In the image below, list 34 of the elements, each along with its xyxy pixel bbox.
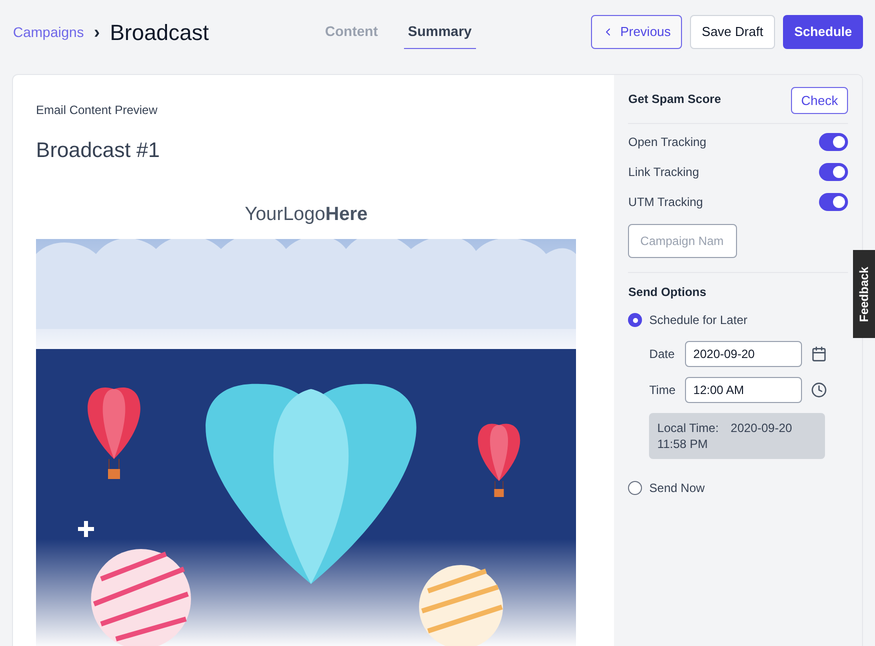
schedule-button[interactable]: Schedule (783, 15, 863, 49)
toggle-label: Open Tracking (628, 134, 706, 151)
preview-heading: Email Content Preview (36, 102, 158, 119)
radio-button[interactable] (628, 481, 642, 495)
logo-text: YourLogoHere (244, 202, 368, 226)
date-label: Date (649, 346, 676, 363)
radio-button[interactable] (628, 313, 642, 327)
date-field[interactable]: 2020-09-20 (685, 341, 802, 367)
local-time-value: 11:58 PM (657, 436, 709, 452)
toggle-label: Link Tracking (628, 164, 699, 181)
page-title: Broadcast (110, 18, 209, 46)
send-options-title: Send Options (628, 284, 708, 301)
check-button[interactable]: Check (791, 87, 848, 114)
radio-label: Send Now (649, 480, 705, 497)
campaign-name-field[interactable]: Campaign Nam (628, 224, 738, 258)
calendar-icon[interactable] (811, 346, 828, 362)
radio-label: Schedule for Later (649, 312, 748, 329)
tab[interactable]: Summary (404, 15, 476, 49)
previous-button[interactable]: Previous (591, 15, 682, 49)
clock-icon[interactable] (811, 382, 828, 398)
local-time-date: 2020-09-20 (730, 420, 792, 436)
email-title: Broadcast #1 (36, 138, 161, 164)
toggle-label: UTM Tracking (628, 194, 703, 211)
local-time-label: Local Time: (657, 420, 719, 436)
spam-score-label: Get Spam Score (628, 91, 721, 108)
toggle-switch[interactable] (819, 193, 848, 211)
save-draft-button[interactable]: Save Draft (690, 15, 776, 49)
feedback-tab[interactable]: Feedback (853, 250, 875, 338)
toggle-switch[interactable] (819, 163, 848, 181)
breadcrumb-link[interactable]: Campaigns (13, 22, 84, 42)
breadcrumb-separator: › (94, 20, 100, 44)
toggle-switch[interactable] (819, 133, 848, 151)
time-label: Time (649, 382, 677, 399)
time-field[interactable]: 12:00 AM (685, 377, 802, 403)
